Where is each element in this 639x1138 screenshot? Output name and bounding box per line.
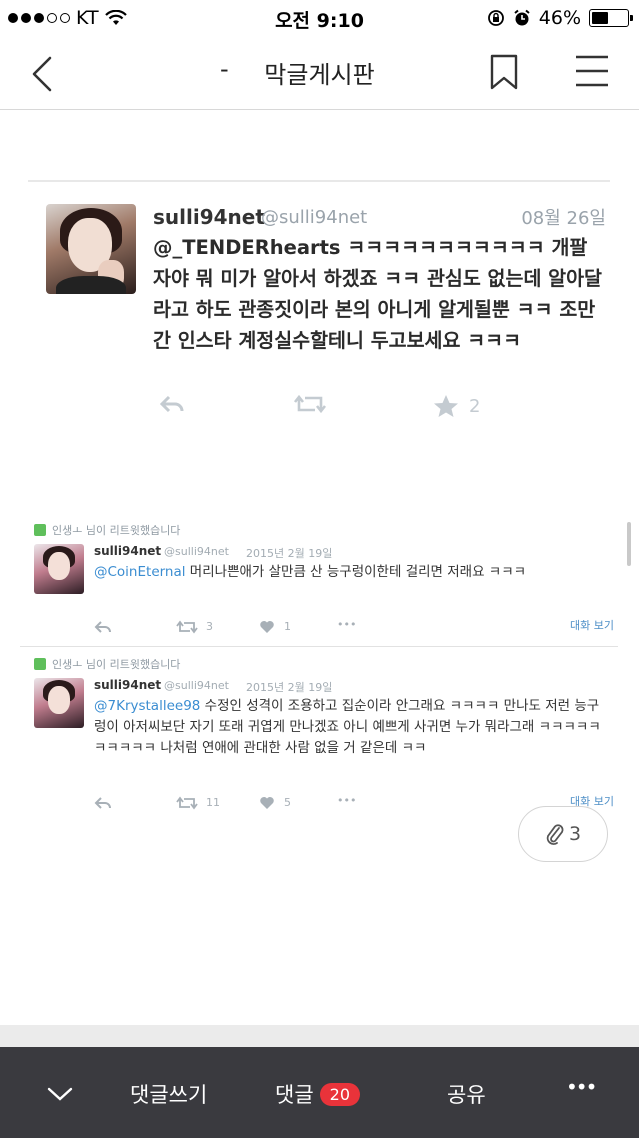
view-conversation-link: 대화 보기 (570, 619, 614, 632)
avatar (46, 204, 136, 294)
star-icon (433, 394, 459, 423)
rotation-lock-icon (487, 10, 504, 26)
heart-icon (259, 620, 275, 637)
mention-link: @CoinEternal (94, 564, 186, 580)
reply-icon (94, 620, 112, 637)
more-icon: ••• (337, 618, 357, 631)
attachment-count: 3 (568, 823, 582, 845)
share-button[interactable]: 공유 (447, 1079, 486, 1109)
tweet-text: @7Krystallee98 수정인 성격이 조용하고 집순이라 안그래요 ㅋㅋ… (94, 696, 604, 759)
retweet-icon (293, 394, 327, 419)
tweet-date: 2015년 2월 19일 (246, 681, 333, 694)
reply-icon (159, 394, 185, 419)
comments-button[interactable]: 댓글 20 (275, 1079, 360, 1109)
tweet-actions: 2 (153, 394, 493, 424)
mention-link: @7Krystallee98 (94, 698, 201, 714)
divider (0, 1025, 639, 1047)
retweeted-by-text: 인생ㅗ 님이 리트윗했습니다 (52, 524, 181, 537)
chevron-down-icon[interactable] (46, 1085, 74, 1103)
tweet-actions: 3 1 ••• 대화 보기 (94, 618, 614, 637)
tweet-author-handle: @sulli94net (261, 207, 368, 228)
retweeted-by-text: 인생ㅗ 님이 리트윗했습니다 (52, 658, 181, 671)
list-item: sulli94net @sulli94net 2015년 2월 19일 @7Kr… (34, 676, 614, 816)
tweet-text: @_TENDERhearts ㅋㅋㅋㅋㅋㅋㅋㅋㅋㅋㅋ 개팔자야 뭐 미가 알아서… (153, 236, 602, 352)
tweet-author-handle: @sulli94net (164, 545, 229, 558)
list-item: sulli94net @sulli94net 2015년 2월 19일 @Coi… (34, 542, 614, 642)
favorite-count: 2 (469, 396, 481, 417)
tweet-text-body: 머리나쁜애가 살만큼 산 능구렁이한테 걸리면 저래요 ㅋㅋㅋ (185, 564, 527, 580)
tweet-date: 2015년 2월 19일 (246, 547, 333, 560)
scroll-indicator[interactable] (627, 522, 631, 566)
write-comment-button[interactable]: 댓글쓰기 (130, 1079, 207, 1109)
paperclip-icon (546, 824, 564, 845)
more-icon: ••• (337, 794, 357, 807)
retweet-badge-icon (34, 658, 46, 670)
avatar (34, 678, 84, 728)
navigation-bar: - 막글게시판 (0, 36, 639, 110)
more-options-icon[interactable]: ••• (566, 1075, 597, 1099)
retweet-badge-icon (34, 524, 46, 536)
like-count: 1 (284, 620, 291, 633)
retweet-notice: 인생ㅗ 님이 리트윗했습니다 (34, 522, 180, 538)
battery-percent: 46% (538, 7, 581, 29)
comments-label: 댓글 (275, 1083, 314, 1107)
comment-count-badge: 20 (319, 1083, 360, 1106)
tweet-author-name: sulli94net (94, 544, 162, 558)
status-right: 46% (487, 7, 633, 29)
retweet-count: 11 (206, 796, 220, 809)
alarm-icon (514, 9, 530, 26)
avatar (34, 544, 84, 594)
bottom-toolbar: 댓글쓰기 댓글 20 공유 ••• (0, 1047, 639, 1138)
tweet-author-name: sulli94net (153, 205, 265, 229)
tweet-author-handle: @sulli94net (164, 679, 229, 692)
main-tweet: sulli94net @sulli94net 08월 26일 @_TENDERh… (28, 180, 610, 460)
retweet-icon (176, 620, 198, 637)
reply-icon (94, 796, 112, 813)
page-title: 막글게시판 (264, 61, 375, 89)
attachment-button[interactable]: 3 (518, 806, 608, 862)
tweet-author-name: sulli94net (94, 678, 162, 692)
retweet-count: 3 (206, 620, 213, 633)
heart-icon (259, 796, 275, 813)
status-bar: KT 오전 9:10 46% (0, 0, 639, 36)
bookmark-icon[interactable] (488, 54, 520, 90)
menu-icon[interactable] (574, 54, 610, 88)
retweet-icon (176, 796, 198, 813)
post-content: sulli94net @sulli94net 08월 26일 @_TENDERh… (0, 110, 639, 1025)
tweet-text: @CoinEternal 머리나쁜애가 살만큼 산 능구렁이한테 걸리면 저래요… (94, 562, 604, 583)
retweet-notice: 인생ㅗ 님이 리트윗했습니다 (34, 656, 180, 672)
like-count: 5 (284, 796, 291, 809)
divider (20, 646, 618, 647)
battery-icon (589, 9, 633, 27)
tweet-date: 08월 26일 (521, 208, 606, 229)
